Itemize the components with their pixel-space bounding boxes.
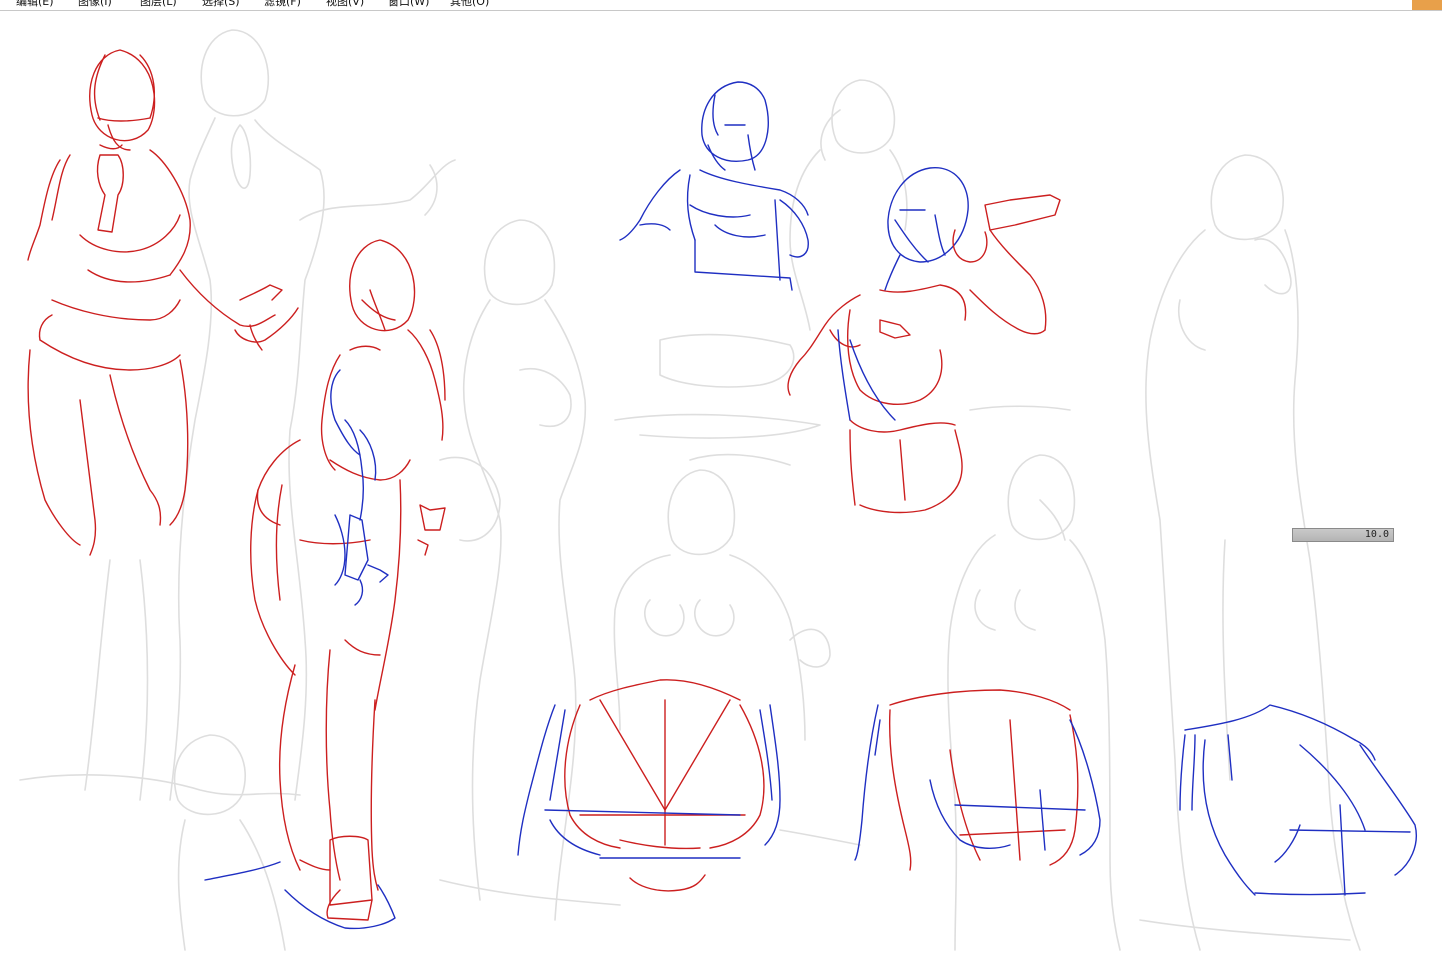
pelvis-construction-3 [1179,704,1417,896]
gray-sketch-figures [19,29,1361,951]
pelvis-construction-2 [854,689,1101,871]
brush-size-indicator[interactable]: 10.0 [1292,528,1394,542]
menu-window[interactable]: 窗口(W) [388,0,429,9]
sketch-layer [19,29,1417,951]
menu-image[interactable]: 图像(I) [78,0,112,9]
blue-arm-overlay [204,369,396,930]
menu-layer[interactable]: 图层(L) [140,0,177,9]
drawing-canvas[interactable] [0,11,1442,956]
menu-select[interactable]: 选择(S) [202,0,240,9]
menu-view[interactable]: 视图(V) [326,0,364,9]
menu-bar: 编辑(E) 图像(I) 图层(L) 选择(S) 滤镜(F) 视图(V) 窗口(W… [0,0,1442,11]
window-accent [1412,0,1442,10]
red-figure-mic-standing [27,49,299,556]
menu-edit[interactable]: 编辑(E) [16,0,54,9]
paint-app-window: 编辑(E) 图像(I) 图层(L) 选择(S) 滤镜(F) 视图(V) 窗口(W… [0,0,1442,956]
menu-other[interactable]: 其他(O) [450,0,489,9]
pelvis-construction-1 [517,679,781,892]
menu-filter[interactable]: 滤镜(F) [264,0,301,9]
blue-torso-sketch [619,81,809,291]
red-figure-mic-torso [787,167,1071,514]
red-figure-bending [250,239,446,921]
